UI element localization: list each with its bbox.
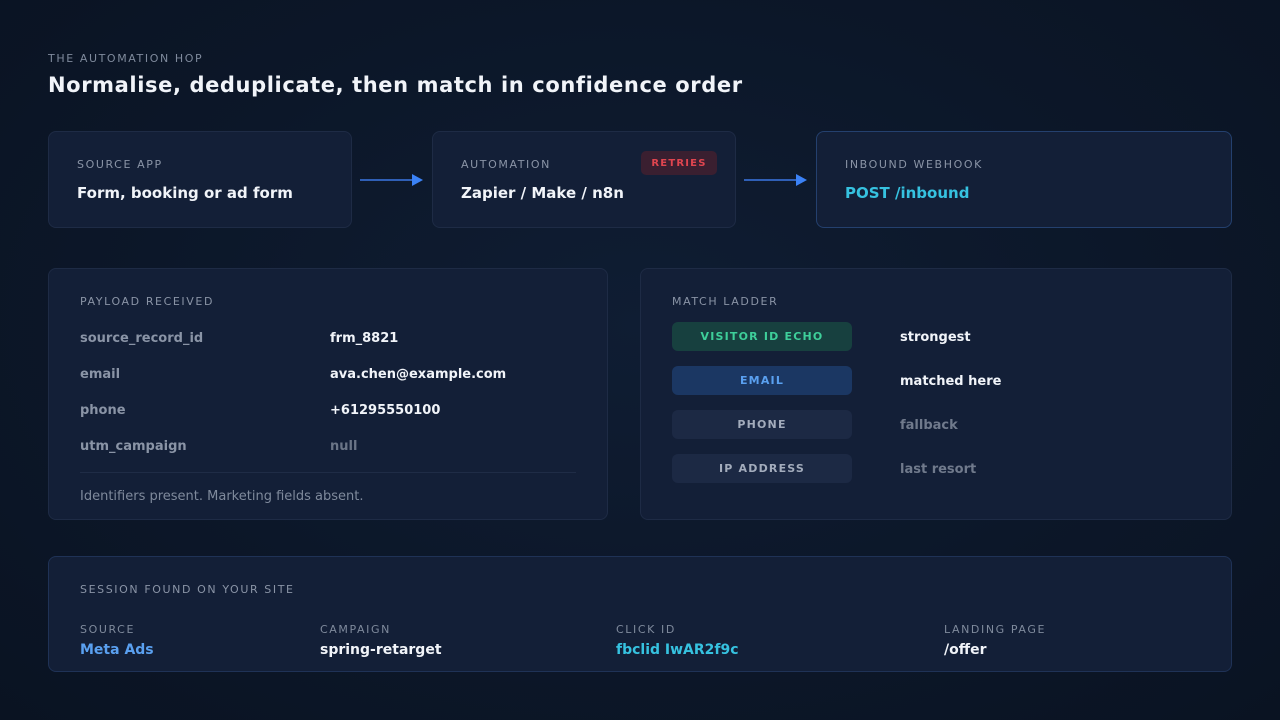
webhook-endpoint: POST /inbound xyxy=(845,184,970,202)
payload-note: Identifiers present. Marketing fields ab… xyxy=(80,489,364,504)
payload-key: utm_campaign xyxy=(80,439,187,454)
automation-label: AUTOMATION xyxy=(461,158,551,171)
source-app-value: Form, booking or ad form xyxy=(77,184,293,202)
ladder-rank: matched here xyxy=(900,374,1002,389)
source-app-label: SOURCE APP xyxy=(77,158,163,171)
divider xyxy=(80,472,576,473)
ladder-step-phone: PHONE xyxy=(672,410,852,439)
page-eyebrow: THE AUTOMATION HOP xyxy=(48,52,204,65)
page-title: Normalise, deduplicate, then match in co… xyxy=(48,73,743,97)
payload-label: PAYLOAD RECEIVED xyxy=(80,295,215,308)
source-app-card: SOURCE APP Form, booking or ad form xyxy=(48,131,352,228)
session-field-label: LANDING PAGE xyxy=(944,623,1047,636)
match-ladder-card: MATCH LADDER VISITOR ID ECHO strongest E… xyxy=(640,268,1232,520)
payload-value: null xyxy=(330,439,358,454)
ladder-rank: fallback xyxy=(900,418,958,433)
ladder-rank: last resort xyxy=(900,462,977,477)
session-label: SESSION FOUND ON YOUR SITE xyxy=(80,583,295,596)
inbound-webhook-card: INBOUND WEBHOOK POST /inbound xyxy=(816,131,1232,228)
webhook-label: INBOUND WEBHOOK xyxy=(845,158,983,171)
flow-arrow-icon xyxy=(360,172,424,188)
session-field-label: CLICK ID xyxy=(616,623,676,636)
session-landing-page-value: /offer xyxy=(944,642,987,658)
session-card: SESSION FOUND ON YOUR SITE SOURCE Meta A… xyxy=(48,556,1232,672)
session-field-label: CAMPAIGN xyxy=(320,623,391,636)
session-campaign-value: spring-retarget xyxy=(320,642,442,658)
payload-key: source_record_id xyxy=(80,331,204,346)
ladder-step-email: EMAIL xyxy=(672,366,852,395)
session-field-label: SOURCE xyxy=(80,623,136,636)
payload-value: frm_8821 xyxy=(330,331,399,346)
retries-badge: RETRIES xyxy=(641,151,717,175)
match-ladder-label: MATCH LADDER xyxy=(672,295,779,308)
payload-key: email xyxy=(80,367,121,382)
session-click-id-value: fbclid IwAR2f9c xyxy=(616,642,739,658)
payload-card: PAYLOAD RECEIVED source_record_id frm_88… xyxy=(48,268,608,520)
ladder-step-ip-address: IP ADDRESS xyxy=(672,454,852,483)
flow-arrow-icon xyxy=(744,172,808,188)
ladder-step-visitor-id: VISITOR ID ECHO xyxy=(672,322,852,351)
payload-value: ava.chen@example.com xyxy=(330,367,507,382)
payload-key: phone xyxy=(80,403,126,418)
ladder-rank: strongest xyxy=(900,330,971,345)
session-source-value: Meta Ads xyxy=(80,642,154,658)
payload-value: +61295550100 xyxy=(330,403,441,418)
automation-card: AUTOMATION RETRIES Zapier / Make / n8n xyxy=(432,131,736,228)
automation-value: Zapier / Make / n8n xyxy=(461,184,624,202)
